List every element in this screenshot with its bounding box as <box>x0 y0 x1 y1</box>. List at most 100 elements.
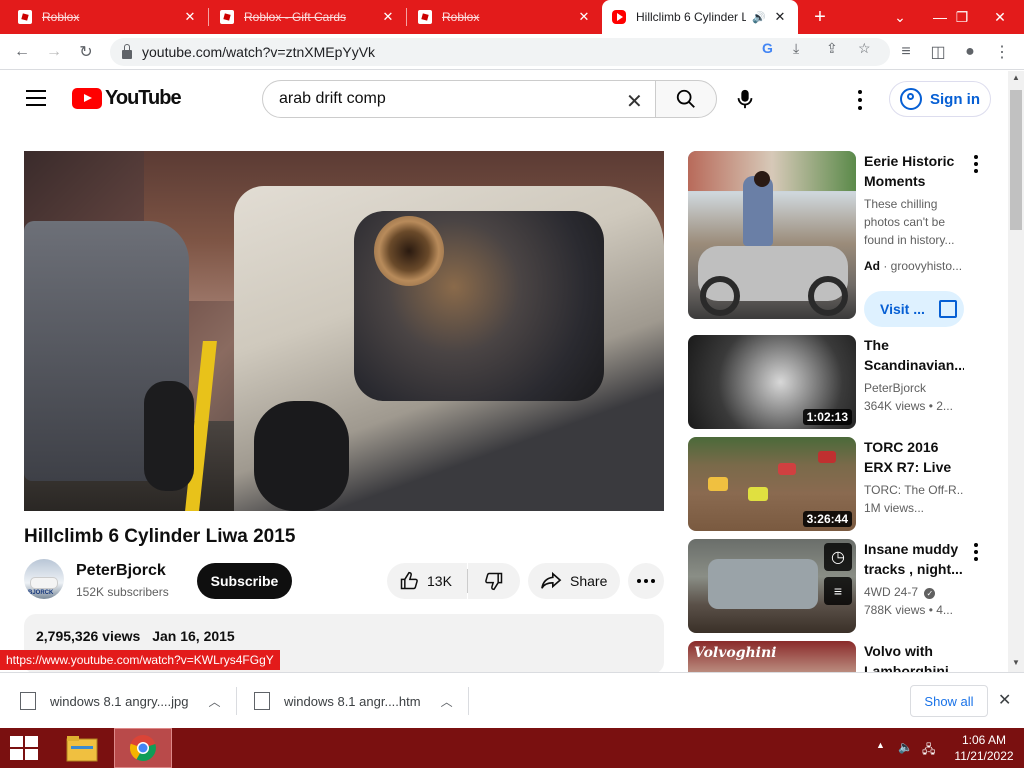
windows-taskbar: ▲ 🔈 🖧 1:06 AM 11/21/2022 <box>0 728 1024 768</box>
image-file-icon <box>20 692 36 710</box>
system-clock[interactable]: 1:06 AM 11/21/2022 <box>944 732 1024 764</box>
video-item-title[interactable]: Volvo with Lamborghini <box>864 641 964 672</box>
sidebar-video-item[interactable]: ◷ ≡ Insane muddy tracks , night... 4WD 2… <box>688 539 988 633</box>
tab-roblox-1[interactable]: Roblox ✕ <box>8 0 208 34</box>
video-item-views: 1M views... <box>864 501 925 515</box>
video-item-channel[interactable]: 4WD 24-7 <box>864 585 918 599</box>
ad-thumbnail-person <box>743 176 773 246</box>
ad-thumbnail[interactable] <box>688 151 856 319</box>
ad-menu-kebab-icon[interactable] <box>974 155 978 173</box>
channel-name[interactable]: PeterBjorck <box>76 562 166 580</box>
dislike-button[interactable] <box>468 563 520 599</box>
search-input[interactable] <box>279 90 619 108</box>
profile-avatar-icon[interactable]: ● <box>958 40 982 64</box>
reload-icon[interactable]: ↻ <box>74 40 98 64</box>
visit-advertiser-button[interactable]: Visit ... <box>864 291 964 327</box>
voice-search-button[interactable] <box>726 80 764 118</box>
thumbnail-buggy <box>818 451 836 463</box>
chrome-menu-icon[interactable]: ⋮ <box>990 40 1014 64</box>
thumbs-up-icon <box>400 571 418 590</box>
thumbnail-car <box>708 559 818 609</box>
show-hidden-icons-icon[interactable]: ▲ <box>876 740 885 750</box>
scrollbar-thumb[interactable] <box>1010 90 1022 230</box>
video-thumbnail[interactable]: Volvoghini <box>688 641 856 672</box>
video-frame-tire <box>254 401 349 511</box>
clear-search-icon[interactable]: ✕ <box>626 89 643 114</box>
bookmark-star-icon[interactable]: ☆ <box>858 40 871 57</box>
video-item-channel[interactable]: PeterBjorck <box>864 379 964 397</box>
address-bar[interactable]: youtube.com/watch?v=ztnXMEpYyVk <box>110 38 890 66</box>
share-button[interactable]: Share <box>528 563 620 599</box>
search-button[interactable] <box>655 80 717 118</box>
ad-title[interactable]: Eerie Historic Moments <box>864 151 964 191</box>
hamburger-menu-icon[interactable] <box>26 90 46 106</box>
tab-search-chevron-icon[interactable]: ⌄ <box>880 0 920 34</box>
search-field[interactable] <box>262 80 656 118</box>
file-explorer-icon[interactable] <box>60 730 104 766</box>
share-arrow-icon <box>541 571 562 589</box>
back-arrow-icon[interactable]: ← <box>10 40 34 64</box>
share-page-icon[interactable]: ⇪ <box>826 40 838 57</box>
youtube-play-logo-icon <box>72 88 102 109</box>
audio-playing-icon[interactable]: 🔊 <box>752 11 766 24</box>
add-to-queue-icon[interactable]: ≡ <box>824 577 852 605</box>
tab-close-icon[interactable]: ✕ <box>576 9 592 25</box>
settings-kebab-icon[interactable] <box>850 90 870 110</box>
sidebar-video-item[interactable]: Volvoghini Volvo with Lamborghini <box>688 641 988 672</box>
scroll-up-arrow-icon[interactable]: ▲ <box>1012 73 1020 82</box>
video-player[interactable] <box>24 151 664 511</box>
tab-close-icon[interactable]: ✕ <box>182 9 198 25</box>
video-menu-kebab-icon[interactable] <box>974 543 978 561</box>
tab-close-icon[interactable]: ✕ <box>380 9 396 25</box>
youtube-logo[interactable]: YouTube <box>72 87 182 110</box>
forward-arrow-icon[interactable]: → <box>42 40 66 64</box>
ad-thumbnail-wheel <box>700 276 740 316</box>
video-item-title[interactable]: Insane muddy tracks , night... <box>864 539 964 579</box>
video-thumbnail[interactable]: 3:26:44 <box>688 437 856 531</box>
new-tab-button[interactable]: + <box>800 0 840 34</box>
roblox-favicon-icon <box>18 10 32 24</box>
like-button[interactable]: 13K <box>387 563 467 599</box>
sign-in-button[interactable]: Sign in <box>889 81 991 117</box>
video-item-channel[interactable]: TORC: The Off-R... <box>864 481 964 499</box>
restore-button[interactable]: ❐ <box>942 0 982 34</box>
tab-roblox-gift-cards[interactable]: Roblox - Gift Cards ✕ <box>210 0 406 34</box>
windows-start-icon[interactable] <box>8 736 38 760</box>
google-lens-icon[interactable]: G <box>762 40 773 56</box>
install-app-icon[interactable]: ⤓ <box>793 40 799 57</box>
download-divider <box>236 687 237 715</box>
video-item-title[interactable]: The Scandinavian... <box>864 335 964 375</box>
url-text[interactable]: youtube.com/watch?v=ztnXMEpYyVk <box>142 44 375 60</box>
media-controls-icon[interactable]: ≡ <box>894 40 918 64</box>
sidebar-video-item[interactable]: 3:26:44 TORC 2016 ERX R7: Live TORC: The… <box>688 437 988 531</box>
video-item-title[interactable]: TORC 2016 ERX R7: Live <box>864 437 964 477</box>
tab-roblox-2[interactable]: Roblox ✕ <box>408 0 602 34</box>
tab-youtube-active[interactable]: Hillclimb 6 Cylinder Liwa 2015 - YouTube… <box>602 0 798 34</box>
subscribe-button[interactable]: Subscribe <box>197 563 292 599</box>
close-window-button[interactable]: ✕ <box>980 0 1020 34</box>
network-icon[interactable]: 🖧 <box>922 740 935 761</box>
lock-icon[interactable] <box>122 43 132 59</box>
side-panel-icon[interactable]: ◫ <box>926 40 950 64</box>
more-actions-button[interactable] <box>628 563 664 599</box>
watch-later-clock-icon[interactable]: ◷ <box>824 543 852 571</box>
chevron-up-icon[interactable]: ︿ <box>209 693 221 710</box>
tab-close-icon[interactable]: ✕ <box>772 9 788 25</box>
sidebar-ad[interactable]: Eerie Historic Moments These chilling ph… <box>688 151 988 327</box>
roblox-favicon-icon <box>220 10 234 24</box>
channel-avatar[interactable]: BJORCK <box>24 559 64 599</box>
video-thumbnail[interactable]: 1:02:13 <box>688 335 856 429</box>
video-thumbnail[interactable]: ◷ ≡ <box>688 539 856 633</box>
download-item[interactable]: windows 8.1 angry....jpg ︿ <box>20 683 221 719</box>
scroll-down-arrow-icon[interactable]: ▼ <box>1012 658 1020 667</box>
show-all-downloads-button[interactable]: Show all <box>910 685 988 717</box>
volume-icon[interactable]: 🔈 <box>898 740 913 754</box>
ad-thumbnail-wheel <box>808 276 848 316</box>
chevron-up-icon[interactable]: ︿ <box>441 693 453 710</box>
tab-divider <box>406 8 407 26</box>
ad-thumbnail-head <box>754 171 770 187</box>
sidebar-video-item[interactable]: 1:02:13 The Scandinavian... PeterBjorck … <box>688 335 988 429</box>
close-downloads-icon[interactable]: ✕ <box>998 690 1011 710</box>
chrome-taskbar-button[interactable] <box>114 728 172 768</box>
download-item[interactable]: windows 8.1 angr....htm ︿ <box>254 683 453 719</box>
